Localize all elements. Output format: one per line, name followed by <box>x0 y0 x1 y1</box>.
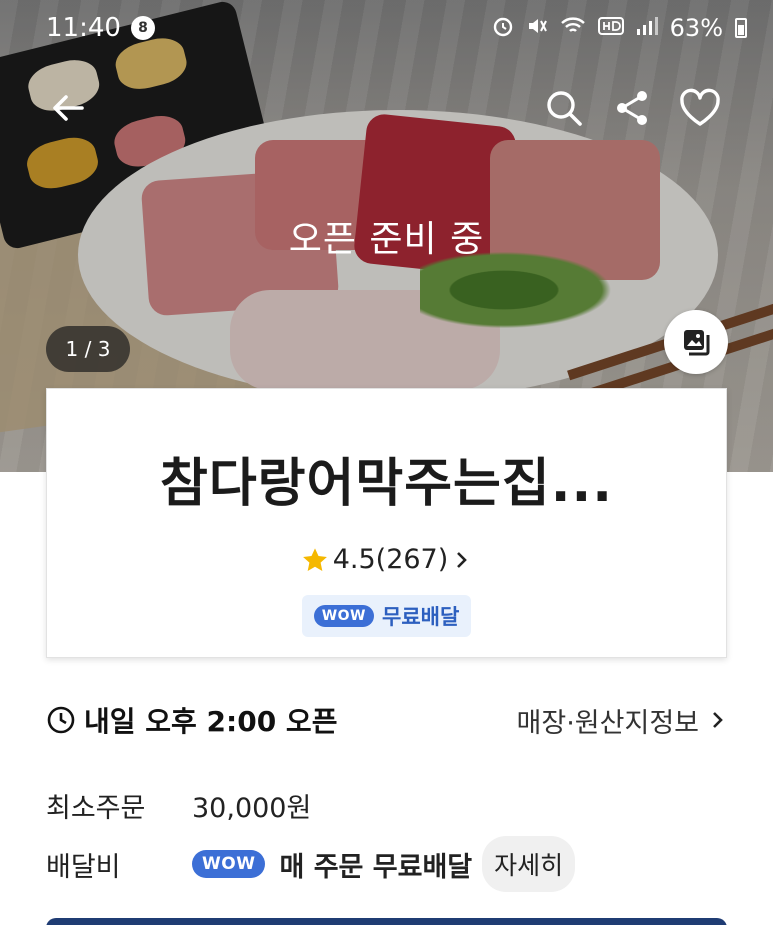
rating-link[interactable]: 4.5(267) <box>47 544 726 575</box>
wifi-icon <box>560 15 586 42</box>
notification-count-badge: 8 <box>130 16 155 40</box>
battery-icon <box>735 18 747 38</box>
status-bar: 11:40 8 63% <box>0 0 773 56</box>
min-order-label: 최소주문 <box>46 793 146 824</box>
delivery-fee-value: 매 주문 무료배달 <box>279 851 473 883</box>
chevron-right-icon <box>713 712 723 728</box>
favorite-button[interactable] <box>672 80 728 136</box>
rating-value: 4.5(267) <box>332 544 449 575</box>
store-info-card: 참다랑어막주는집... 4.5(267) WOW 무료배달 <box>46 388 727 658</box>
open-time-text: 내일 오후 2:00 오픈 <box>84 705 338 738</box>
chevron-right-icon <box>457 551 468 568</box>
order-button-edge[interactable] <box>46 918 727 925</box>
alarm-icon <box>492 15 514 42</box>
status-time: 11:40 <box>46 13 121 43</box>
image-page-counter: 1 / 3 <box>46 326 130 372</box>
delivery-fee-label: 배달비 <box>46 851 121 883</box>
gallery-icon <box>684 330 710 356</box>
delivery-fee-row: 배달비 WOW 매 주문 무료배달 자세히 <box>46 836 576 892</box>
gallery-button[interactable] <box>664 310 728 374</box>
clock-icon <box>47 706 75 734</box>
back-arrow-icon <box>53 95 84 121</box>
status-icons: 63% <box>492 14 747 42</box>
signal-icon <box>636 16 658 41</box>
open-time-row: 내일 오후 2:00 오픈 매장·원산지정보 <box>46 700 727 740</box>
free-delivery-label: 무료배달 <box>382 605 460 629</box>
star-icon <box>302 547 327 571</box>
wow-badge: WOW <box>313 605 374 627</box>
hd-voice-icon <box>597 16 624 41</box>
min-order-value: 30,000원 <box>192 793 312 824</box>
search-button[interactable] <box>536 80 592 136</box>
store-origin-info-link[interactable]: 매장·원산지정보 <box>517 701 727 740</box>
details-button[interactable]: 자세히 <box>482 836 576 892</box>
wow-badge: WOW <box>192 850 266 878</box>
open-preparing-label: 오픈 준비 중 <box>288 219 485 260</box>
back-button[interactable] <box>40 80 96 136</box>
heart-icon <box>680 88 720 126</box>
share-icon <box>617 91 647 125</box>
mute-icon <box>526 15 548 42</box>
free-delivery-chip: WOW 무료배달 <box>301 595 472 637</box>
store-origin-info-label: 매장·원산지정보 <box>516 707 699 739</box>
battery-percent: 63% <box>669 14 723 42</box>
search-icon <box>547 91 582 126</box>
store-name: 참다랑어막주는집... <box>160 454 613 514</box>
share-button[interactable] <box>604 80 660 136</box>
min-order-row: 최소주문 30,000원 <box>46 786 311 825</box>
